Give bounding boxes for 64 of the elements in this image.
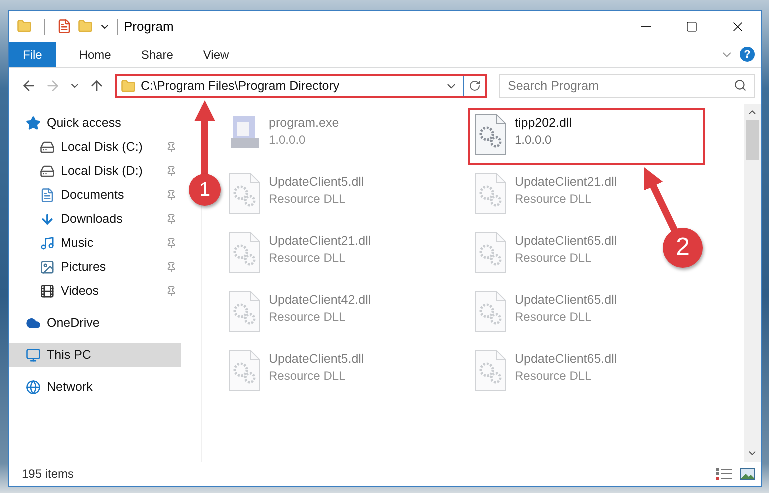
- scrollbar-thumb[interactable]: [746, 120, 759, 160]
- sidebar-item[interactable]: Local Disk (C:): [9, 135, 181, 159]
- gear-file-icon: [229, 173, 261, 215]
- sidebar-item[interactable]: OneDrive: [9, 311, 181, 335]
- gear-file-icon: [475, 291, 507, 333]
- sidebar-item[interactable]: Quick access: [9, 111, 181, 135]
- ribbon-tab[interactable]: View: [188, 42, 244, 67]
- monitor-icon: [26, 348, 41, 362]
- help-button[interactable]: ?: [740, 47, 755, 62]
- sidebar-item[interactable]: Videos: [9, 279, 181, 303]
- network-icon: [26, 380, 41, 394]
- star-icon: [26, 116, 41, 130]
- gear-file-icon: [229, 291, 261, 333]
- properties-icon[interactable]: [57, 19, 72, 34]
- file-item[interactable]: UpdateClient65.dll Resource DLL: [468, 344, 624, 401]
- gear-file-icon: [475, 114, 507, 156]
- film-icon: [40, 284, 55, 298]
- search-field[interactable]: Search Program: [499, 74, 755, 98]
- installer-icon: [229, 114, 261, 150]
- item-count: 195 items: [22, 467, 76, 481]
- gear-file-icon: [475, 350, 507, 392]
- file-item[interactable]: UpdateClient42.dll Resource DLL: [222, 285, 378, 342]
- gear-file-icon: [229, 232, 261, 274]
- download-icon: [40, 212, 55, 226]
- file-item[interactable]: tipp202.dll 1.0.0.0: [468, 108, 705, 165]
- arrow: [644, 168, 678, 233]
- music-icon: [40, 236, 55, 250]
- gear-file-icon: [475, 173, 507, 215]
- window-title: Program: [124, 19, 175, 34]
- ribbon-tab[interactable]: Share: [126, 42, 188, 67]
- file-item[interactable]: UpdateClient21.dll Resource DLL: [222, 226, 378, 283]
- file-item[interactable]: program.exe 1.0.0.0: [222, 108, 346, 165]
- step-badge: 2: [663, 228, 703, 268]
- file-item[interactable]: UpdateClient5.dll Resource DLL: [222, 344, 372, 401]
- document-icon: [40, 188, 55, 202]
- sidebar-item[interactable]: Network: [9, 375, 181, 399]
- cloud-icon: [26, 316, 41, 330]
- file-item[interactable]: UpdateClient65.dll Resource DLL: [468, 285, 624, 342]
- step-badge: 1: [189, 174, 221, 206]
- large-icons-view-icon[interactable]: [740, 468, 755, 480]
- file-menu-button[interactable]: File: [9, 42, 56, 67]
- sidebar-item[interactable]: Music: [9, 231, 181, 255]
- minimize-icon: [641, 26, 651, 27]
- sidebar-item[interactable]: Pictures: [9, 255, 181, 279]
- file-item[interactable]: UpdateClient65.dll Resource DLL: [468, 226, 624, 283]
- sidebar-item[interactable]: Documents: [9, 183, 181, 207]
- address-bar[interactable]: C:\Program Files\Program Directory: [115, 74, 487, 98]
- sidebar-item[interactable]: Local Disk (D:): [9, 159, 181, 183]
- gear-file-icon: [475, 232, 507, 274]
- refresh-icon: [468, 80, 480, 92]
- sidebar-item[interactable]: This PC: [9, 343, 181, 367]
- scrollbar[interactable]: [744, 104, 761, 462]
- file-item[interactable]: UpdateClient21.dll Resource DLL: [468, 167, 624, 224]
- image-icon: [40, 260, 55, 274]
- file-item[interactable]: UpdateClient5.dll Resource DLL: [222, 167, 372, 224]
- drive-icon: [40, 140, 55, 154]
- details-view-icon[interactable]: [716, 468, 732, 480]
- ribbon-tab[interactable]: Home: [64, 42, 126, 67]
- search-icon: [734, 79, 747, 92]
- folder-icon: [121, 78, 136, 94]
- maximize-icon: [686, 20, 698, 32]
- gear-file-icon: [229, 350, 261, 392]
- sidebar-item[interactable]: Downloads: [9, 207, 181, 231]
- drive-icon: [40, 164, 55, 178]
